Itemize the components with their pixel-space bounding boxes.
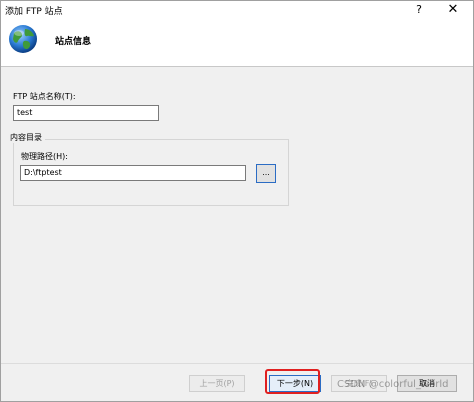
help-button[interactable]: ? xyxy=(405,1,433,19)
physical-path-input[interactable]: D:\ftptest xyxy=(20,165,246,181)
header-band: 站点信息 xyxy=(1,19,473,67)
footer-divider xyxy=(1,363,473,364)
next-button-highlight xyxy=(265,369,320,394)
physical-path-label: 物理路径(H): xyxy=(21,152,68,161)
previous-button[interactable]: 上一页(P) xyxy=(189,375,245,392)
add-ftp-site-dialog: 添加 FTP 站点 ? ✕ 站点信息 FTP 站点名称(T): test 内容目… xyxy=(0,0,474,402)
window-title: 添加 FTP 站点 xyxy=(5,7,63,17)
browse-button[interactable]: ... xyxy=(256,164,276,183)
close-button[interactable]: ✕ xyxy=(433,1,473,19)
globe-icon xyxy=(9,25,37,53)
content-directory-legend: 内容目录 xyxy=(7,132,45,143)
site-name-label: FTP 站点名称(T): xyxy=(13,92,76,101)
title-bar[interactable]: 添加 FTP 站点 ? ✕ xyxy=(1,1,473,19)
watermark: CSDN @colorful_world xyxy=(337,379,449,390)
site-name-input[interactable]: test xyxy=(13,105,159,121)
page-title: 站点信息 xyxy=(55,37,92,47)
